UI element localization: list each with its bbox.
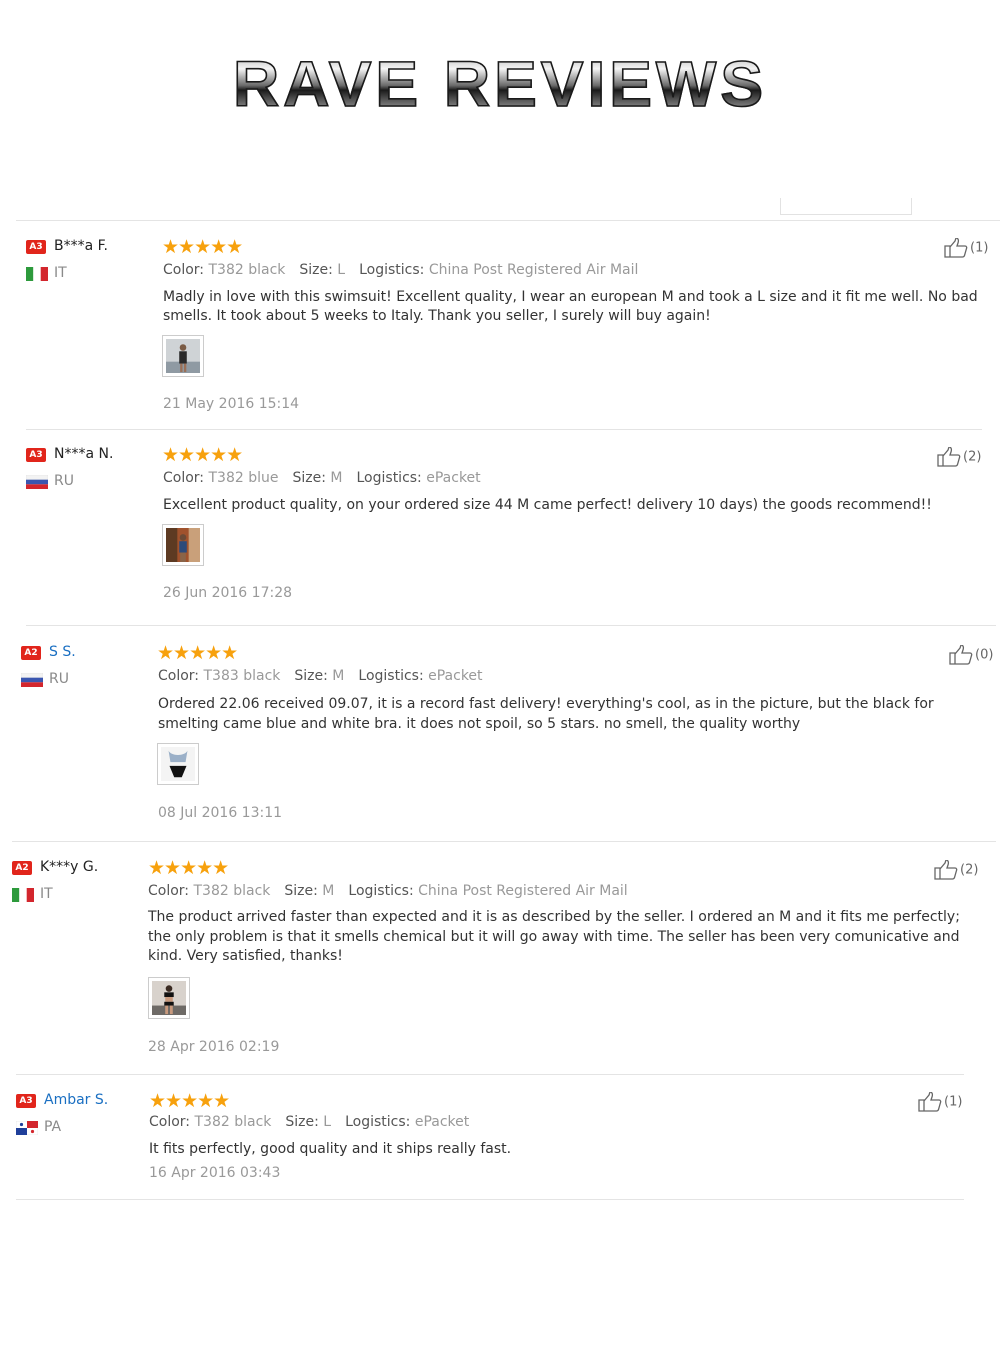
- photo-image: [166, 528, 200, 562]
- review-item: A2 K***y G. IT ★★★★★ (2) Color: T382 bla…: [12, 857, 996, 1075]
- helpful-button[interactable]: (1): [944, 237, 989, 258]
- review-date: 28 Apr 2016 02:19: [148, 1039, 280, 1055]
- review-divider: [12, 841, 996, 842]
- helpful-button[interactable]: (2): [934, 859, 979, 880]
- italy-flag-icon: [26, 267, 48, 281]
- review-text: It fits perfectly, good quality and it s…: [149, 1141, 512, 1157]
- photo-image: [166, 339, 200, 373]
- thumbs-up-icon: [937, 446, 961, 467]
- review-divider: [26, 625, 996, 626]
- banner-title: RAVE REVIEWS: [0, 46, 1000, 122]
- russia-flag-icon: [21, 673, 43, 687]
- panama-flag-icon: [16, 1121, 38, 1135]
- review-photo-thumbnail[interactable]: [162, 524, 204, 566]
- review-divider: [26, 429, 982, 430]
- helpful-button[interactable]: (2): [937, 446, 982, 467]
- helpful-button[interactable]: (0): [949, 644, 994, 665]
- level-badge: A3: [26, 240, 46, 254]
- photo-image: [161, 747, 195, 781]
- star-rating: ★★★★★: [162, 444, 243, 466]
- star-rating: ★★★★★: [162, 236, 243, 258]
- italy-flag-icon: [12, 888, 34, 902]
- reviewer-country: PA: [44, 1119, 62, 1135]
- purchase-attributes: Color: T382 blue Size: M Logistics: ePacke…: [163, 470, 481, 486]
- sort-tab-stub: [780, 198, 912, 215]
- thumbs-up-icon: [949, 644, 973, 665]
- level-badge: A2: [21, 646, 41, 660]
- russia-flag-icon: [26, 475, 48, 489]
- reviewer-country: RU: [49, 671, 69, 687]
- reviewer-name: N***a N.: [54, 446, 114, 462]
- thumbs-up-icon: [918, 1091, 942, 1112]
- level-badge: A2: [12, 861, 32, 875]
- review-date: 26 Jun 2016 17:28: [163, 585, 293, 601]
- reviewer-name[interactable]: Ambar S.: [44, 1092, 108, 1108]
- review-item: A3 B***a F. IT ★★★★★ (1) Color: T382 bla…: [26, 236, 996, 430]
- reviewer-name[interactable]: S S.: [49, 644, 76, 660]
- review-text: Ordered 22.06 received 09.07, it is a re…: [158, 696, 934, 732]
- review-text: Excellent product quality, on your order…: [163, 497, 932, 513]
- review-date: 08 Jul 2016 13:11: [158, 805, 283, 821]
- review-photo-thumbnail[interactable]: [162, 335, 204, 377]
- level-badge: A3: [16, 1094, 36, 1108]
- helpful-count: (0): [975, 647, 994, 663]
- level-badge: A3: [26, 448, 46, 462]
- helpful-count: (2): [960, 862, 979, 878]
- review-date: 21 May 2016 15:14: [163, 396, 300, 412]
- reviewer-name: K***y G.: [40, 859, 99, 875]
- review-item: A3 N***a N. RU ★★★★★ (2) Color: T382 blu…: [26, 444, 996, 626]
- review-item: A2 S S. RU ★★★★★ (0) Color: T383 black Si…: [12, 642, 996, 842]
- review-item: A3 Ambar S. PA ★★★★★ (1) Color: T382 bla…: [16, 1090, 996, 1200]
- purchase-attributes: Color: T382 black Size: M Logistics: China…: [148, 883, 628, 899]
- review-photo-thumbnail[interactable]: [157, 743, 199, 785]
- helpful-count: (1): [970, 240, 989, 256]
- reviewer-country: IT: [54, 265, 67, 281]
- photo-image: [152, 981, 186, 1015]
- purchase-attributes: Color: T383 black Size: M Logistics: ePack…: [158, 668, 483, 684]
- review-divider: [16, 1074, 964, 1075]
- review-text: The product arrived faster than expected…: [148, 909, 960, 964]
- helpful-count: (1): [944, 1094, 963, 1110]
- reviewer-country: RU: [54, 473, 74, 489]
- thumbs-up-icon: [944, 237, 968, 258]
- reviewer-name: B***a F.: [54, 238, 108, 254]
- helpful-count: (2): [963, 449, 982, 465]
- divider: [16, 220, 1000, 221]
- review-text: Madly in love with this swimsuit! Excell…: [163, 289, 978, 324]
- star-rating: ★★★★★: [149, 1090, 230, 1112]
- review-date: 16 Apr 2016 03:43: [149, 1165, 281, 1181]
- thumbs-up-icon: [934, 859, 958, 880]
- star-rating: ★★★★★: [148, 857, 229, 879]
- reviewer-country: IT: [40, 886, 53, 902]
- review-photo-thumbnail[interactable]: [148, 977, 190, 1019]
- star-rating: ★★★★★: [157, 642, 238, 664]
- purchase-attributes: Color: T382 black Size: L Logistics: China…: [163, 262, 639, 278]
- review-divider: [16, 1199, 964, 1200]
- helpful-button[interactable]: (1): [918, 1091, 963, 1112]
- purchase-attributes: Color: T382 black Size: L Logistics: ePack…: [149, 1114, 470, 1130]
